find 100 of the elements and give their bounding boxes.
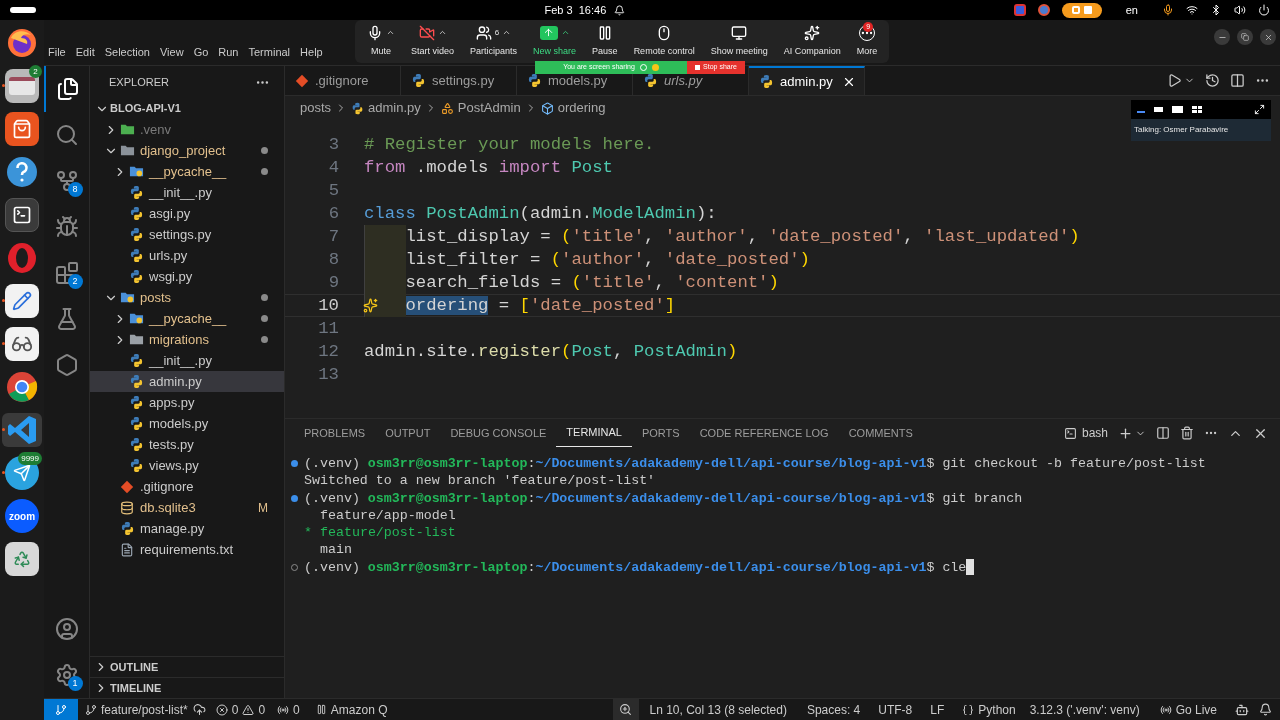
minimize-view-icon[interactable]	[1137, 110, 1145, 113]
tree-item[interactable]: settings.py	[90, 224, 284, 245]
tree-item[interactable]: __pycache__	[90, 161, 284, 182]
copilot-icon[interactable]	[1235, 702, 1249, 717]
power-icon[interactable]	[1258, 4, 1270, 16]
tree-item[interactable]: requirements.txt	[90, 539, 284, 560]
tree-item[interactable]: migrations	[90, 329, 284, 350]
amazon-q-status[interactable]: Amazon Q	[315, 700, 388, 719]
meeting-control[interactable]: Remote control	[633, 24, 695, 59]
tree-item[interactable]: .venv	[90, 119, 284, 140]
meeting-control[interactable]: Show meeting	[710, 24, 768, 59]
breadcrumb[interactable]: PostAdmin	[440, 98, 521, 118]
panel-tab[interactable]: COMMENTS	[838, 419, 923, 447]
tree-item[interactable]: manage.py	[90, 518, 284, 539]
section-header[interactable]: OUTLINE	[90, 656, 284, 677]
menu-item[interactable]: Go	[193, 43, 209, 60]
breadcrumb[interactable]: ordering	[540, 98, 606, 118]
meeting-control[interactable]: Start video	[411, 24, 455, 59]
gallery-view-icon[interactable]	[1192, 106, 1202, 113]
split-editor-icon[interactable]	[1230, 73, 1245, 88]
editor-tab[interactable]: .gitignore	[285, 66, 401, 95]
dock-item[interactable]: 9999	[2, 456, 42, 490]
microphone-icon[interactable]	[1162, 4, 1174, 16]
add-icon[interactable]	[1118, 425, 1133, 441]
tree-item[interactable]: apps.py	[90, 392, 284, 413]
clock[interactable]: Feb 3 16:46	[544, 1, 607, 19]
line-ending-status[interactable]: LF	[930, 700, 945, 719]
tree-item[interactable]: urls.py	[90, 245, 284, 266]
meeting-control[interactable]: 6 Participants	[470, 24, 518, 59]
zoom-button[interactable]	[612, 699, 639, 720]
tree-item[interactable]: django_project	[90, 140, 284, 161]
tree-item[interactable]: views.py	[90, 455, 284, 476]
panel-tab[interactable]: PORTS	[631, 419, 690, 447]
menu-item[interactable]: Help	[300, 43, 323, 60]
panel-tab[interactable]: DEBUG CONSOLE	[440, 419, 557, 447]
tree-item[interactable]: db.sqlite3 M	[90, 497, 284, 518]
restore-button[interactable]	[1237, 29, 1253, 45]
bell-icon[interactable]	[1259, 703, 1272, 716]
activity-item[interactable]: 1	[43, 652, 90, 698]
minimize-button[interactable]	[1214, 29, 1230, 45]
menu-item[interactable]: Selection	[104, 43, 150, 60]
editor-tab[interactable]: settings.py	[401, 66, 517, 95]
activity-item[interactable]: 8	[43, 158, 90, 204]
meeting-control[interactable]: AI Companion	[783, 24, 841, 59]
language-indicator[interactable]: en	[1125, 1, 1138, 19]
bluetooth-icon[interactable]	[1210, 4, 1222, 16]
panel-tab[interactable]: CODE REFERENCE LOG	[689, 419, 839, 447]
remote-icon	[55, 703, 67, 716]
tree-item[interactable]: __pycache__	[90, 308, 284, 329]
sync-icon[interactable]	[192, 703, 206, 716]
interpreter-status[interactable]: 3.12.3 ('.venv': venv)	[1029, 700, 1140, 719]
tree-item[interactable]: .gitignore	[90, 476, 284, 497]
meeting-control[interactable]: Mute	[367, 24, 395, 59]
split-icon[interactable]	[1156, 426, 1170, 440]
menu-item[interactable]: View	[159, 43, 184, 60]
trash-icon[interactable]	[1180, 426, 1194, 440]
tree-item[interactable]: models.py	[90, 413, 284, 434]
fullscreen-icon[interactable]	[1254, 104, 1265, 115]
recording-indicator[interactable]	[1061, 2, 1102, 18]
indentation-status[interactable]: Spaces: 4	[806, 700, 861, 719]
panel-tab[interactable]: PROBLEMS	[294, 419, 376, 447]
terminal-selector[interactable]: bash	[1063, 424, 1108, 442]
menu-item[interactable]: Edit	[75, 43, 95, 60]
panel-tab[interactable]: TERMINAL	[556, 419, 632, 447]
tree-item[interactable]: wsgi.py	[90, 266, 284, 287]
branch-status[interactable]: feature/post-list*	[85, 700, 188, 719]
close-button[interactable]	[1260, 29, 1276, 45]
menu-item[interactable]: Terminal	[248, 43, 291, 60]
menu-item[interactable]: File	[48, 43, 66, 60]
tree-item[interactable]: admin.py	[90, 371, 284, 392]
dock-item[interactable]: 2	[2, 69, 42, 103]
volume-icon[interactable]	[1234, 4, 1246, 16]
cursor-position[interactable]: Ln 10, Col 13 (8 selected)	[649, 700, 787, 719]
breadcrumb[interactable]: posts	[300, 98, 332, 118]
wifi-icon[interactable]	[1186, 4, 1198, 16]
tree-item[interactable]: BLOG-API-V1	[90, 98, 284, 119]
language-status[interactable]: Python	[962, 700, 1016, 719]
meeting-control[interactable]: Pause	[592, 24, 618, 59]
remote-button[interactable]	[44, 699, 78, 720]
panel-tab[interactable]: OUTPUT	[375, 419, 441, 447]
app-indicator-icon[interactable]	[1037, 4, 1050, 16]
activities-indicator[interactable]	[10, 7, 36, 13]
activity-item[interactable]: 2	[43, 250, 90, 296]
problems-status[interactable]: 0 0	[215, 700, 266, 719]
editor-tab[interactable]: admin.py	[749, 66, 865, 95]
sparkle-icon[interactable]	[363, 297, 378, 313]
encoding-status[interactable]: UTF-8	[878, 700, 913, 719]
menu-item[interactable]: Run	[218, 43, 239, 60]
tree-item[interactable]: __init__.py	[90, 350, 284, 371]
tree-item[interactable]: posts	[90, 287, 284, 308]
tree-item[interactable]: __init__.py	[90, 182, 284, 203]
app-indicator-icon[interactable]	[1013, 4, 1026, 16]
go-live-button[interactable]: Go Live	[1159, 700, 1217, 719]
meeting-control[interactable]: New share	[533, 24, 577, 59]
run-icon[interactable]	[1167, 73, 1182, 88]
history-icon[interactable]	[1205, 73, 1220, 88]
ports-status[interactable]: 0	[277, 700, 300, 719]
tree-item[interactable]: asgi.py	[90, 203, 284, 224]
tree-item[interactable]: tests.py	[90, 434, 284, 455]
breadcrumb[interactable]: admin.py	[351, 98, 421, 118]
